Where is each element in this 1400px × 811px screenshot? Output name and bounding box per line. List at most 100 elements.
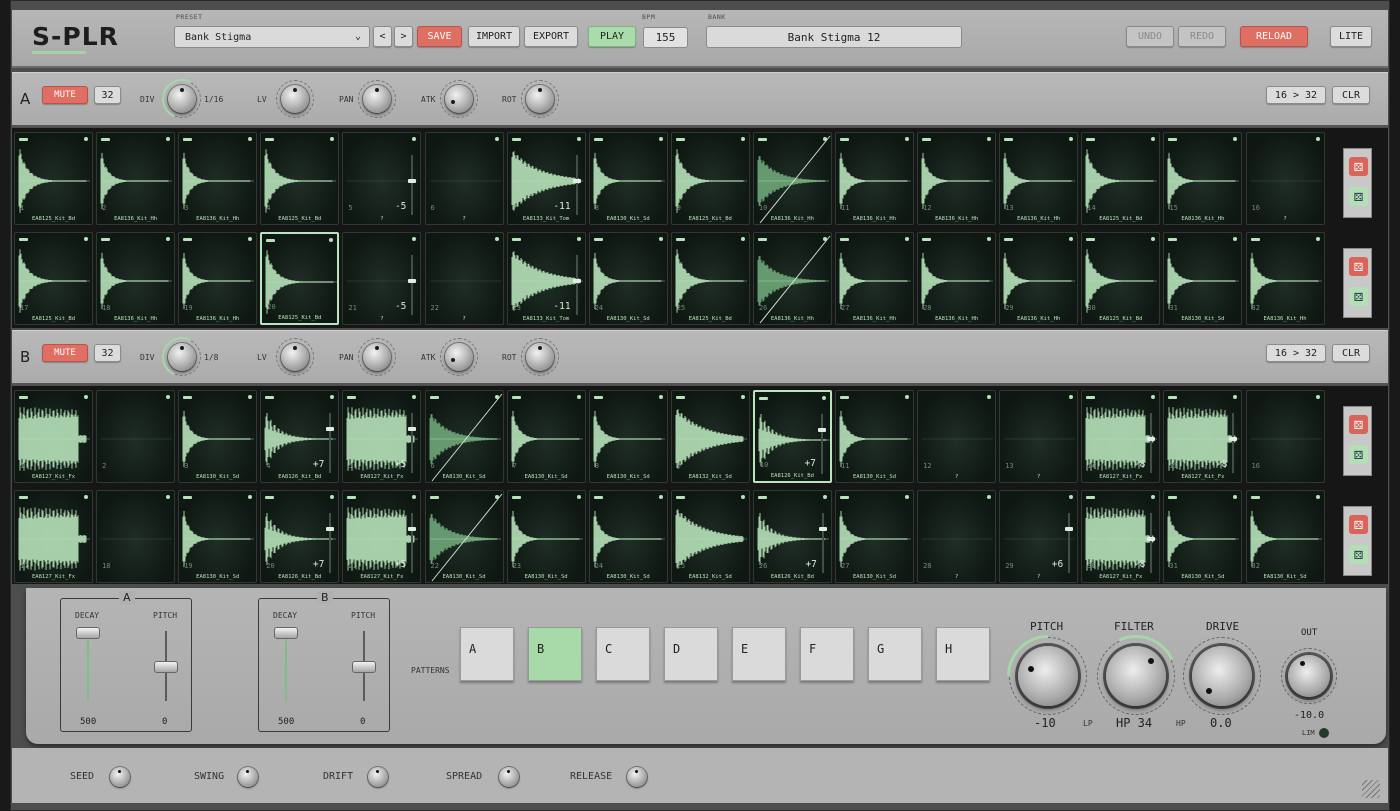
sample-pad[interactable]: 13? (999, 390, 1079, 483)
pad-slider-thumb[interactable] (1147, 437, 1156, 441)
pattern-button-c[interactable]: C (596, 627, 650, 681)
pad-slider-thumb[interactable] (817, 428, 826, 432)
next-preset-button[interactable]: > (394, 26, 413, 47)
dice-green-icon[interactable]: ⚄ (1349, 187, 1368, 206)
pad-pitch-slider[interactable] (408, 413, 417, 473)
pad-pitch-slider[interactable] (408, 513, 417, 573)
sample-pad[interactable]: 14 EA8127_Kit_Fx -8 (1081, 390, 1161, 483)
sample-pad[interactable]: 32 EA8130_Kit_Sd (1245, 490, 1325, 583)
pad-slider-thumb[interactable] (408, 527, 417, 531)
mute-button[interactable]: MUTE (42, 86, 88, 104)
pattern-button-g[interactable]: G (868, 627, 922, 681)
pad-slider-thumb[interactable] (572, 279, 581, 283)
sample-pad[interactable]: 7 EA8133_Kit_Tom -11 (506, 132, 586, 225)
dice-green-icon[interactable]: ⚄ (1349, 545, 1368, 564)
sample-pad[interactable]: 1 EA8127_Kit_Fx (14, 390, 93, 483)
div-knob[interactable] (156, 331, 208, 383)
sample-pad[interactable]: 30 EA8127_Kit_Fx -8 (1081, 490, 1161, 583)
play-button[interactable]: PLAY (588, 26, 636, 47)
sample-pad[interactable]: 5 EA8127_Kit_Fx +5 (342, 390, 422, 483)
sample-pad[interactable]: 25 EA8125_Kit_Bd (670, 232, 750, 325)
pad-pitch-slider[interactable] (408, 155, 417, 215)
sample-pad[interactable]: 5? -5 (342, 132, 422, 225)
pitch-fader-handle[interactable] (154, 661, 178, 673)
dice-red-icon[interactable]: ⚄ (1349, 157, 1368, 176)
out-knob[interactable] (1281, 648, 1337, 704)
sample-pad[interactable]: 24 EA8130_Kit_Sd (588, 490, 668, 583)
pad-slider-thumb[interactable] (408, 427, 417, 431)
sample-pad[interactable]: 12? (917, 390, 997, 483)
sample-pad[interactable]: 29? +6 (999, 490, 1079, 583)
length-button[interactable]: 16 > 32 (1266, 344, 1326, 362)
sample-pad[interactable]: 20 EA8125_Kit_Bd (260, 232, 340, 325)
sample-pad[interactable]: 15 EA8127_Kit_Fx -8 (1163, 390, 1243, 483)
pan-knob[interactable] (358, 80, 396, 118)
sample-pad[interactable]: 28 EA8136_Kit_Hh (917, 232, 997, 325)
sample-pad[interactable]: 1 EA8125_Kit_Bd (14, 132, 93, 225)
sample-pad[interactable]: 6? (424, 132, 504, 225)
swing-knob[interactable] (238, 767, 258, 787)
steps-field[interactable]: 32 (94, 344, 121, 362)
pad-pitch-slider[interactable] (326, 513, 335, 573)
undo-button[interactable]: UNDO (1126, 26, 1174, 47)
pad-slider-thumb[interactable] (408, 279, 417, 283)
pattern-button-e[interactable]: E (732, 627, 786, 681)
pattern-button-b[interactable]: B (528, 627, 582, 681)
pad-slider-thumb[interactable] (326, 427, 335, 431)
sample-pad[interactable]: 11 EA8136_Kit_Hh (835, 132, 914, 225)
resize-grip-icon[interactable] (1362, 780, 1380, 798)
atk-knob[interactable] (440, 338, 478, 376)
sample-pad[interactable]: 4 EA8125_Kit_Bd (260, 132, 340, 225)
pad-pitch-slider[interactable] (1147, 413, 1156, 473)
prev-preset-button[interactable]: < (373, 26, 392, 47)
decay-fader-track[interactable] (285, 631, 287, 701)
pad-pitch-slider[interactable] (326, 413, 335, 473)
decay-fader-track[interactable] (87, 631, 89, 701)
lite-button[interactable]: LITE (1330, 26, 1372, 47)
sample-pad[interactable]: 16 (1245, 390, 1325, 483)
release-knob[interactable] (627, 767, 647, 787)
sample-pad[interactable]: 2 (96, 390, 176, 483)
sample-pad[interactable]: 32 EA8136_Kit_Hh (1245, 232, 1325, 325)
drive-knob[interactable] (1183, 637, 1261, 715)
reload-button[interactable]: RELOAD (1240, 26, 1308, 47)
pad-slider-thumb[interactable] (326, 527, 335, 531)
import-button[interactable]: IMPORT (468, 26, 520, 47)
sample-pad[interactable]: 15 EA8136_Kit_Hh (1163, 132, 1243, 225)
pad-pitch-slider[interactable] (817, 414, 826, 474)
dice-red-icon[interactable]: ⚄ (1349, 415, 1368, 434)
sample-pad[interactable]: 9 EA8132_Kit_Sd (670, 390, 750, 483)
sample-pad[interactable]: 21 EA8127_Kit_Fx +5 (342, 490, 422, 583)
pattern-button-h[interactable]: H (936, 627, 990, 681)
bank-field[interactable]: Bank Stigma 12 (706, 26, 962, 48)
master-pitch-knob[interactable] (990, 618, 1106, 734)
sample-pad[interactable]: 10 EA8136_Kit_Hh (752, 132, 832, 225)
sample-pad[interactable]: 27 EA8136_Kit_Hh (835, 232, 914, 325)
mute-button[interactable]: MUTE (42, 344, 88, 362)
sample-pad[interactable]: 10 EA8126_Kit_Bd +7 (752, 390, 832, 483)
sample-pad[interactable]: 23 EA8130_Kit_Sd (506, 490, 586, 583)
pattern-button-a[interactable]: A (460, 627, 514, 681)
pad-pitch-slider[interactable] (1147, 513, 1156, 573)
sample-pad[interactable]: 20 EA8126_Kit_Bd +7 (260, 490, 340, 583)
pad-slider-thumb[interactable] (1147, 537, 1156, 541)
clear-button[interactable]: CLR (1332, 86, 1370, 104)
pad-pitch-slider[interactable] (1065, 513, 1074, 573)
dice-green-icon[interactable]: ⚄ (1349, 287, 1368, 306)
sample-pad[interactable]: 3 EA8136_Kit_Hh (178, 132, 258, 225)
sample-pad[interactable]: 26 EA8136_Kit_Hh (752, 232, 832, 325)
sample-pad[interactable]: 16? (1245, 132, 1325, 225)
sample-pad[interactable]: 12 EA8136_Kit_Hh (917, 132, 997, 225)
sample-pad[interactable]: 8 EA8130_Kit_Sd (588, 390, 668, 483)
seed-knob[interactable] (110, 767, 130, 787)
save-button[interactable]: SAVE (417, 26, 462, 47)
div-knob[interactable] (156, 73, 208, 125)
dice-red-icon[interactable]: ⚄ (1349, 257, 1368, 276)
filter-knob[interactable] (1083, 623, 1189, 729)
pad-slider-thumb[interactable] (1065, 527, 1074, 531)
rot-knob[interactable] (521, 80, 559, 118)
pan-knob[interactable] (358, 338, 396, 376)
pad-pitch-slider[interactable] (572, 155, 581, 215)
sample-pad[interactable]: 22 EA8130_Kit_Sd (424, 490, 504, 583)
pad-slider-thumb[interactable] (818, 527, 827, 531)
